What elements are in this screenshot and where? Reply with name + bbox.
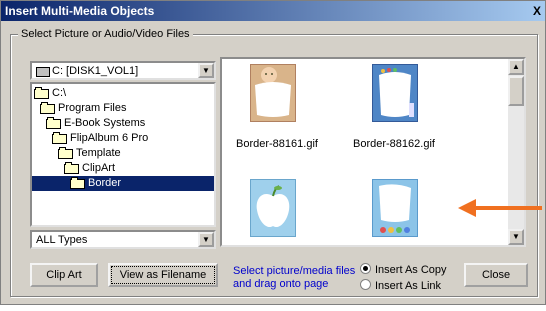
file-type-value: ALL Types: [36, 234, 88, 246]
chevron-down-icon[interactable]: ▼: [198, 232, 214, 247]
scroll-up-icon[interactable]: ▲: [508, 59, 524, 75]
baby-frame-image: [251, 65, 295, 121]
folder-open-icon: [70, 177, 85, 189]
hint-line-1: Select picture/media files: [233, 265, 356, 277]
chevron-down-icon[interactable]: ▼: [198, 63, 214, 78]
toy-frame-image: [373, 180, 417, 236]
folder-open-icon: [52, 132, 67, 144]
thumbnail-border-88161[interactable]: [250, 64, 296, 122]
annotation-arrow-icon: [458, 199, 476, 217]
scroll-down-icon[interactable]: ▼: [508, 229, 524, 245]
tree-item-flipalbum[interactable]: FlipAlbum 6 Pro: [52, 131, 148, 146]
folder-tree[interactable]: C:\ Program Files E-Book Systems FlipAlb…: [30, 82, 216, 227]
tree-item-c-drive[interactable]: C:\: [34, 86, 66, 101]
folder-open-icon: [58, 147, 73, 159]
tree-item-border[interactable]: Border: [32, 176, 214, 191]
vertical-scrollbar[interactable]: ▲ ▼: [508, 59, 524, 245]
radio-unselected-icon: [360, 279, 371, 290]
clip-art-button[interactable]: Clip Art: [30, 263, 98, 287]
tree-item-clipart[interactable]: ClipArt: [64, 161, 115, 176]
group-label: Select Picture or Audio/Video Files: [18, 28, 193, 40]
close-button[interactable]: Close: [464, 263, 528, 287]
radio-selected-icon: [360, 263, 371, 274]
thumbnail-border-88162[interactable]: [372, 64, 418, 122]
window-title: Insert Multi-Media Objects: [5, 4, 155, 18]
folder-open-icon: [46, 117, 61, 129]
file-type-select[interactable]: ALL Types ▼: [30, 230, 216, 249]
drive-icon: [36, 67, 50, 77]
folder-open-icon: [34, 87, 49, 99]
insert-as-copy-radio[interactable]: Insert As Copy: [360, 263, 447, 277]
annotation-arrow-shaft: [474, 206, 542, 210]
folder-open-icon: [40, 102, 55, 114]
thumbnail-label: Border-88162.gif: [353, 138, 435, 150]
scroll-thumb[interactable]: [508, 76, 524, 106]
tree-item-program-files[interactable]: Program Files: [40, 101, 126, 116]
tree-item-template[interactable]: Template: [58, 146, 121, 161]
apple-frame-image: [251, 180, 295, 236]
insert-as-link-radio[interactable]: Insert As Link: [360, 279, 441, 293]
close-icon[interactable]: X: [533, 1, 541, 21]
thumbnail-pane[interactable]: Border-88161.gif Border-88162.gif ▲ ▼: [220, 57, 526, 247]
drive-select[interactable]: C: [DISK1_VOL1] ▼: [30, 61, 216, 80]
drag-hint: Select picture/media files and drag onto…: [233, 265, 355, 291]
title-bar[interactable]: Insert Multi-Media Objects X: [1, 1, 545, 21]
thumbnail-apple-frame[interactable]: [250, 179, 296, 237]
tree-item-e-book-systems[interactable]: E-Book Systems: [46, 116, 145, 131]
thumbnail-toy-frame[interactable]: [372, 179, 418, 237]
hint-line-2: and drag onto page: [233, 278, 329, 290]
blue-frame-image: [373, 65, 417, 121]
drive-value: C: [DISK1_VOL1]: [52, 65, 139, 77]
folder-open-icon: [64, 162, 79, 174]
thumbnail-label: Border-88161.gif: [236, 138, 318, 150]
view-as-filename-button[interactable]: View as Filename: [108, 263, 218, 287]
